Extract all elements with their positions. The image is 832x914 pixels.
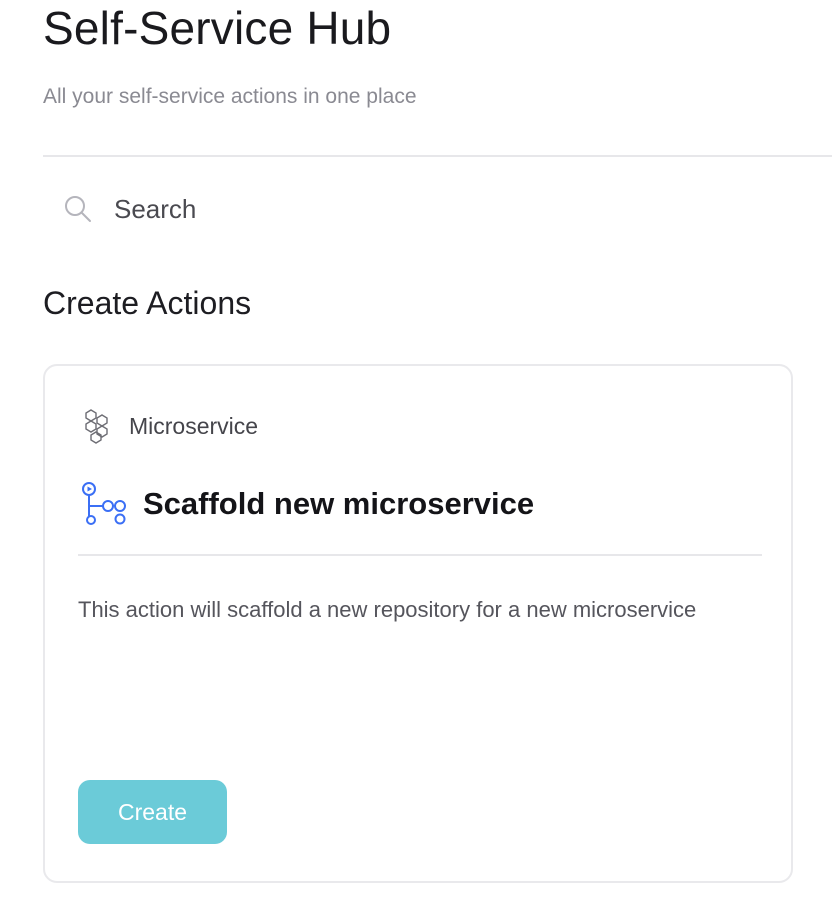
section-title: Create Actions [43,285,252,321]
create-button[interactable]: Create [78,780,227,844]
card-title: Scaffold new microservice [143,486,535,521]
card-description: This action will scaffold a new reposito… [78,597,697,622]
github-actions-icon [79,480,127,528]
search-icon [60,191,96,227]
card-divider [78,554,762,556]
search-box[interactable] [60,186,480,232]
microservice-icon [83,408,113,444]
search-input[interactable] [114,193,454,225]
card-header: Scaffold new microservice [79,480,534,528]
card-category: Microservice [83,408,258,444]
header-divider [43,155,832,157]
page-subtitle: All your self-service actions in one pla… [43,85,417,108]
page-title: Self-Service Hub [43,2,392,54]
action-card[interactable]: Microservice Scaffold new microservice T… [43,364,793,883]
card-category-label: Microservice [129,412,259,439]
